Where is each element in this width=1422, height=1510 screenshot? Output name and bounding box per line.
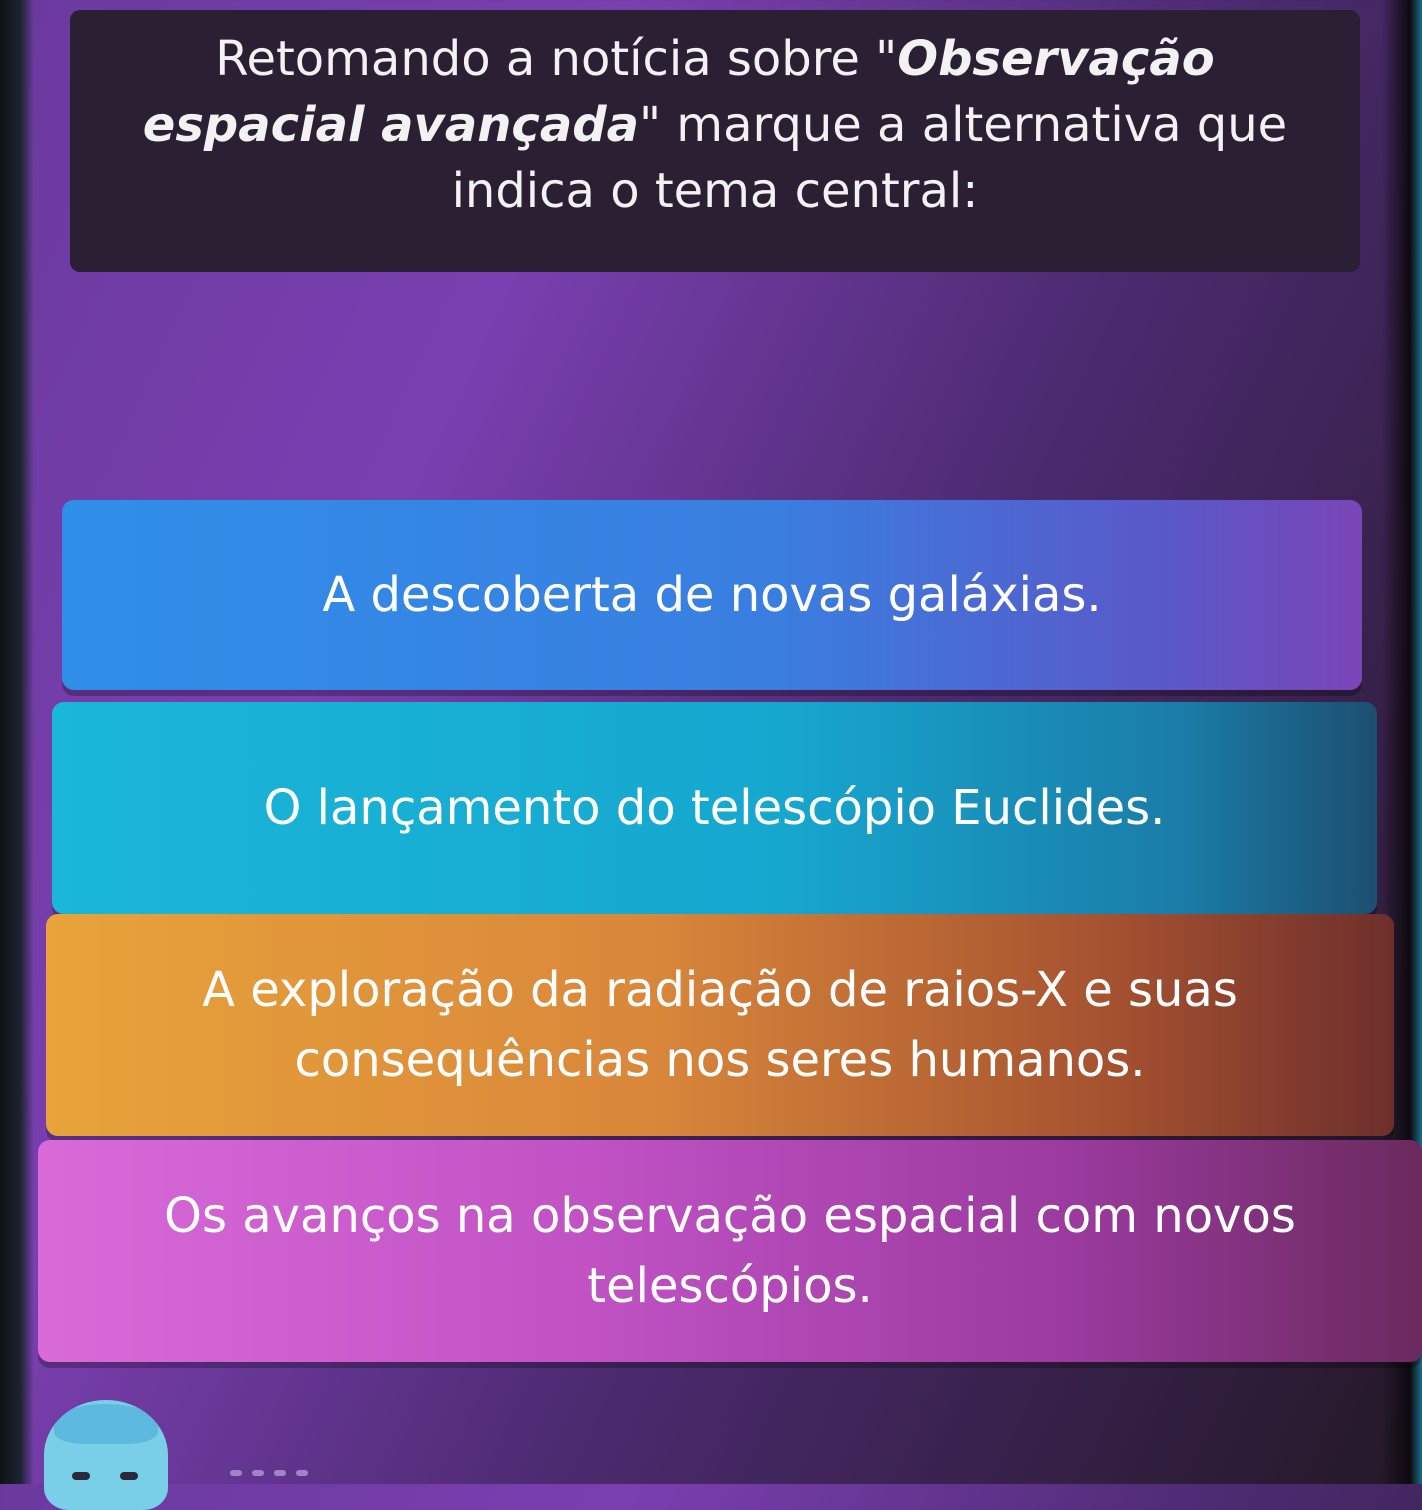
question-intro: Retomando a notícia sobre " <box>215 31 898 87</box>
avatar-hair <box>54 1404 158 1444</box>
answer-option-label: A exploração da radiação de raios-X e su… <box>202 962 1238 1088</box>
typing-dot <box>274 1470 286 1476</box>
answer-option-4[interactable]: Os avanços na observação espacial com no… <box>38 1140 1422 1362</box>
typing-dot <box>252 1470 264 1476</box>
avatar-eye-right <box>120 1472 138 1480</box>
answer-option-2[interactable]: O lançamento do telescópio Euclides. <box>52 702 1377 914</box>
answer-option-label: Os avanços na observação espacial com no… <box>164 1188 1296 1314</box>
question-card: Retomando a notícia sobre "Observação es… <box>70 10 1360 272</box>
typing-dot <box>230 1470 242 1476</box>
answer-option-label: A descoberta de novas galáxias. <box>322 567 1102 623</box>
answer-option-1[interactable]: A descoberta de novas galáxias. <box>62 500 1362 690</box>
avatar-eye-left <box>72 1472 90 1480</box>
answer-option-label: O lançamento do telescópio Euclides. <box>263 780 1166 836</box>
typing-indicator <box>230 1470 308 1476</box>
player-avatar-icon <box>44 1400 168 1510</box>
typing-dot <box>296 1470 308 1476</box>
answer-option-3[interactable]: A exploração da radiação de raios-X e su… <box>46 914 1394 1136</box>
device-bezel-left <box>0 0 34 1484</box>
question-text: Retomando a notícia sobre "Observação es… <box>110 26 1320 224</box>
